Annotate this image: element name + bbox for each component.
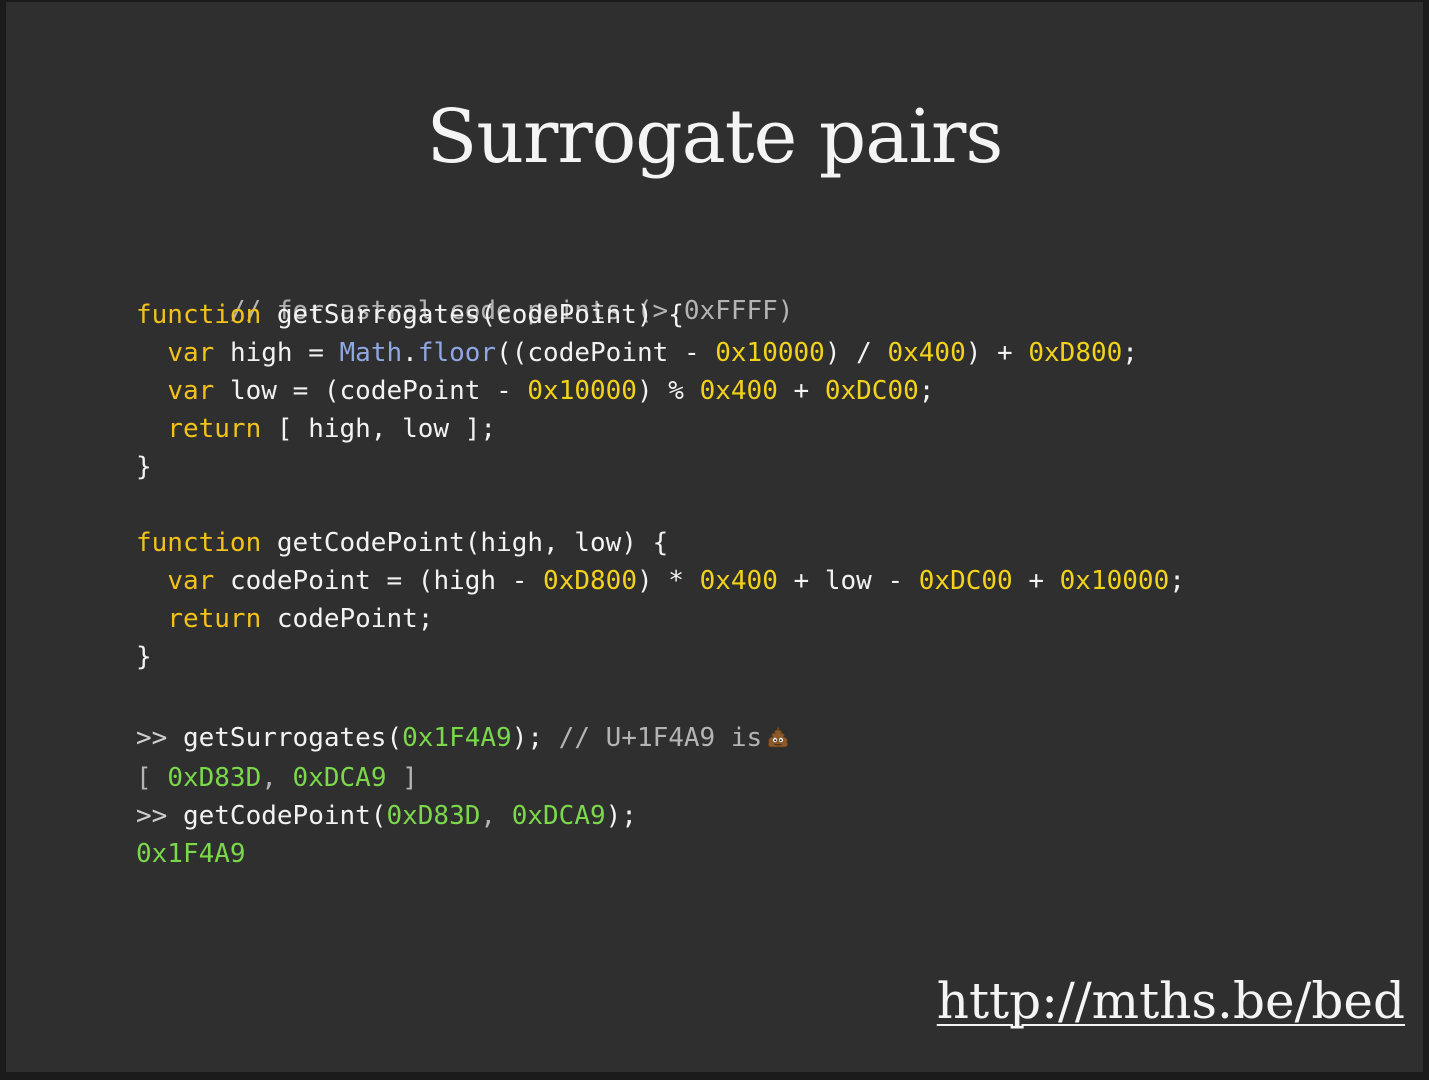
- console-result2: 0x1F4A9: [136, 839, 246, 869]
- fn1-l2-open: (codePoint: [323, 376, 481, 406]
- fn2-l1-plus1: + low -: [793, 566, 904, 596]
- fn1-l3-rest: [ high, low ];: [276, 414, 497, 444]
- fn2-l1-n1: 0xD800: [543, 566, 637, 596]
- fn2-l1-n2: 0x400: [699, 566, 778, 596]
- fn1-l1-name: high: [229, 338, 293, 368]
- fn2-l1-name: codePoint: [229, 566, 371, 596]
- console-result1-sep: ,: [261, 763, 277, 793]
- fn1-keyword: function: [136, 300, 262, 330]
- fn2-close-line: }: [136, 640, 152, 674]
- fn1-l1-kw: var: [167, 338, 215, 368]
- fn2-signature-line: function getCodePoint(high, low) {: [136, 526, 668, 560]
- fn1-l1-eq: =: [308, 338, 324, 368]
- console-result1-a: 0xD83D: [167, 763, 262, 793]
- code-comment-line: // for astral code points (> 0xFFFF): [136, 260, 794, 326]
- fn1-l1-div: ) /: [824, 338, 872, 368]
- fn2-close: }: [136, 642, 152, 672]
- console-call1-line: >> getSurrogates(0x1F4A9); // U+1F4A9 is: [136, 721, 790, 755]
- console-call2-arg1: 0xD83D: [386, 801, 481, 831]
- slide: Surrogate pairs // for astral code point…: [6, 2, 1423, 1072]
- fn1-l1-n1: 0x10000: [715, 338, 825, 368]
- fn2-l1-n3: 0xDC00: [918, 566, 1013, 596]
- fn2-l1-mul: ) *: [636, 566, 684, 596]
- fn1-l2-kw: var: [167, 376, 215, 406]
- pile-of-poo-icon: [766, 724, 790, 748]
- fn2-l1-eq: =: [386, 566, 403, 596]
- console-result1-line: [ 0xD83D, 0xDCA9 ]: [136, 761, 418, 795]
- code-block: // for astral code points (> 0xFFFF) fun…: [136, 2, 1185, 932]
- fn1-l1-dot: .: [402, 338, 418, 368]
- fn1-l1-minus: -: [683, 338, 700, 368]
- console-call2-fn: getCodePoint(: [182, 801, 387, 831]
- fn1-l1-n3: 0xD800: [1028, 338, 1123, 368]
- fn2-line1: var codePoint = (high - 0xD800) * 0x400 …: [136, 564, 1185, 598]
- fn1-l2-n1: 0x10000: [527, 376, 637, 406]
- fn1-l2-mod: ) %: [636, 376, 684, 406]
- slide-url-link[interactable]: http://mths.be/bed: [937, 972, 1405, 1030]
- fn1-signature-line: function getSurrogates(codePoint) {: [136, 298, 684, 332]
- fn2-line2: return codePoint;: [136, 602, 433, 636]
- fn1-l2-end: ;: [918, 376, 935, 406]
- fn1-l2-eq: =: [292, 376, 309, 406]
- fn1-l1-math: Math: [339, 338, 403, 368]
- fn1-l1-open: ((codePoint: [496, 338, 669, 368]
- fn2-l1-open: (high: [417, 566, 497, 596]
- fn2-signature: getCodePoint(high, low) {: [276, 528, 669, 558]
- console-call1-arg: 0x1F4A9: [402, 723, 512, 753]
- fn1-line1: var high = Math.floor((codePoint - 0x100…: [136, 336, 1138, 370]
- fn2-l2-rest: codePoint;: [276, 604, 434, 634]
- fn1-l2-n3: 0xDC00: [824, 376, 919, 406]
- console-result1-b: 0xDCA9: [292, 763, 387, 793]
- fn2-l1-end: ;: [1169, 566, 1185, 596]
- fn1-close-line: }: [136, 450, 152, 484]
- console-call1-fn: getSurrogates(: [182, 723, 403, 753]
- fn1-l1-floor: floor: [417, 338, 497, 368]
- fn2-l1-kw: var: [167, 566, 215, 596]
- fn2-l2-kw: return: [167, 604, 262, 634]
- fn1-l2-n2: 0x400: [699, 376, 778, 406]
- console-call2-sep: ,: [480, 801, 497, 831]
- console-prompt: >>: [136, 723, 168, 753]
- console-call2-end: );: [605, 801, 637, 831]
- fn1-l1-plus: ) +: [965, 338, 1013, 368]
- fn1-l2-name: low: [229, 376, 277, 406]
- console-result1-open: [: [136, 763, 152, 793]
- fn1-l1-n2: 0x400: [887, 338, 966, 368]
- console-call1-comment: // U+1F4A9 is: [558, 723, 763, 753]
- fn1-close: }: [136, 452, 152, 482]
- console-call2-arg2: 0xDCA9: [511, 801, 606, 831]
- console-result1-close: ]: [402, 763, 418, 793]
- fn1-l3-kw: return: [167, 414, 262, 444]
- fn2-keyword: function: [136, 528, 262, 558]
- console-call1-end: );: [511, 723, 544, 753]
- slide-title: Surrogate pairs: [426, 94, 1004, 180]
- console-prompt-2: >>: [136, 801, 168, 831]
- fn1-l2-plus: +: [793, 376, 810, 406]
- fn2-l1-n4: 0x10000: [1059, 566, 1170, 596]
- fn2-l1-minus: -: [511, 566, 528, 596]
- fn1-l1-end: ;: [1122, 338, 1138, 368]
- console-call2-line: >> getCodePoint(0xD83D, 0xDCA9);: [136, 799, 637, 833]
- fn1-line3: return [ high, low ];: [136, 412, 496, 446]
- fn1-signature: getSurrogates(codePoint) {: [276, 300, 684, 330]
- fn1-l2-minus: -: [496, 376, 512, 406]
- console-result2-line: 0x1F4A9: [136, 837, 246, 871]
- fn1-line2: var low = (codePoint - 0x10000) % 0x400 …: [136, 374, 934, 408]
- fn2-l1-plus2: +: [1028, 566, 1044, 596]
